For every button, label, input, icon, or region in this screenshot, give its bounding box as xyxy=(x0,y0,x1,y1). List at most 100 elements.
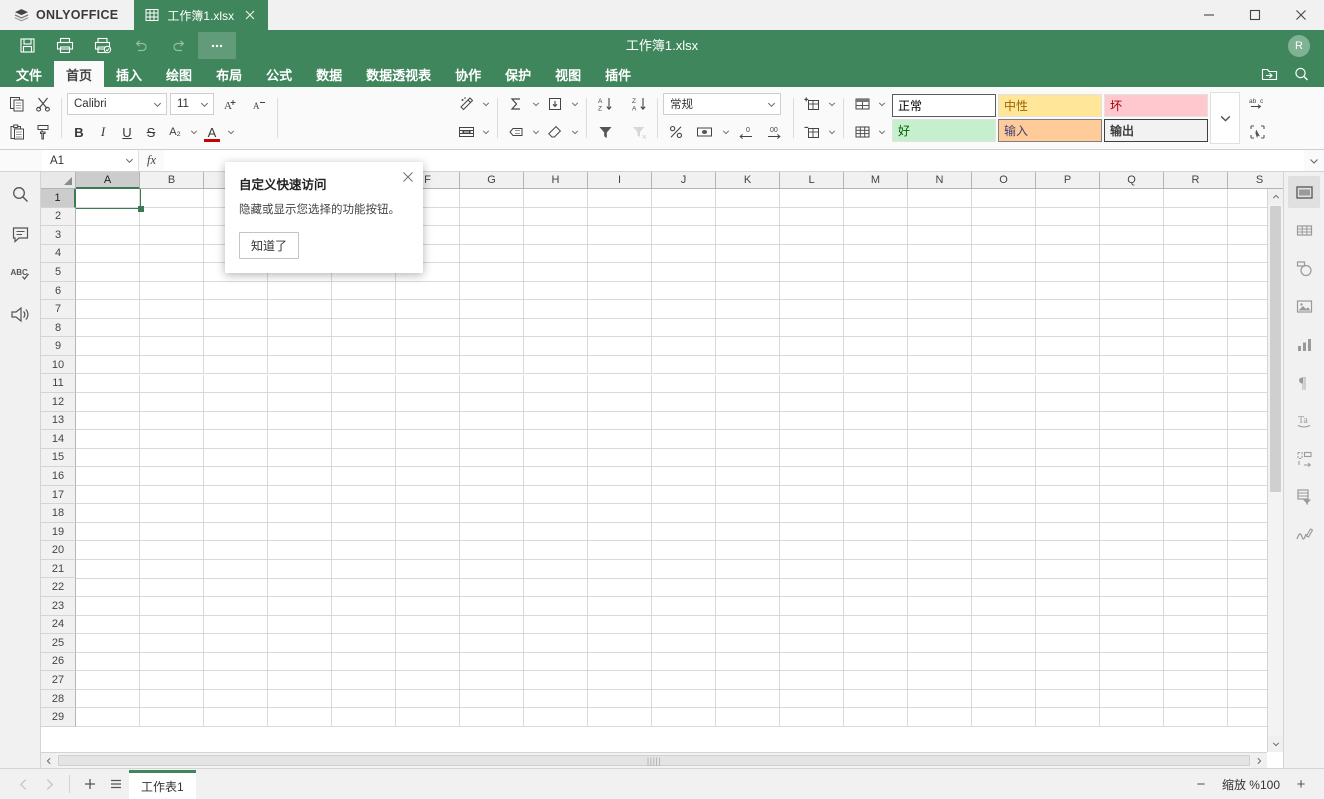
cell-E23[interactable] xyxy=(332,597,396,616)
cell-A3[interactable] xyxy=(76,226,140,245)
cell-A9[interactable] xyxy=(76,337,140,356)
cell-H19[interactable] xyxy=(524,522,588,542)
vertical-scrollbar[interactable] xyxy=(1267,189,1283,752)
cell-E17[interactable] xyxy=(332,485,396,505)
cell-R26[interactable] xyxy=(1164,652,1228,672)
cell-N6[interactable] xyxy=(908,281,972,301)
cell-I10[interactable] xyxy=(588,355,652,375)
cell-D13[interactable] xyxy=(268,411,332,431)
cell-L19[interactable] xyxy=(780,522,844,542)
cell-A8[interactable] xyxy=(76,318,140,338)
cell-A23[interactable] xyxy=(76,597,140,616)
cell-P27[interactable] xyxy=(1036,671,1100,690)
cell-J18[interactable] xyxy=(652,504,716,523)
cell-B3[interactable] xyxy=(140,226,204,245)
cell-B15[interactable] xyxy=(140,448,204,468)
cell-P29[interactable] xyxy=(1036,708,1100,727)
cell-F21[interactable] xyxy=(396,560,460,579)
cell-F20[interactable] xyxy=(396,541,460,560)
user-avatar[interactable]: R xyxy=(1288,35,1310,57)
cell-R17[interactable] xyxy=(1164,485,1228,505)
cell-G12[interactable] xyxy=(460,393,524,412)
cell-R2[interactable] xyxy=(1164,207,1228,227)
cell-A4[interactable] xyxy=(76,244,140,264)
cell-P13[interactable] xyxy=(1036,411,1100,431)
cell-I26[interactable] xyxy=(588,652,652,672)
row-header-29[interactable]: 29 xyxy=(41,708,76,727)
cell-Q28[interactable] xyxy=(1100,689,1164,709)
cell-P20[interactable] xyxy=(1036,541,1100,560)
cell-L13[interactable] xyxy=(780,411,844,431)
row-header-18[interactable]: 18 xyxy=(41,504,76,523)
cell-N23[interactable] xyxy=(908,597,972,616)
cell-M9[interactable] xyxy=(844,337,908,356)
cell-P24[interactable] xyxy=(1036,615,1100,635)
cell-I2[interactable] xyxy=(588,207,652,227)
cell-I19[interactable] xyxy=(588,522,652,542)
undo-button[interactable] xyxy=(122,32,160,59)
cell-A18[interactable] xyxy=(76,504,140,523)
cell-J4[interactable] xyxy=(652,244,716,264)
cell-J28[interactable] xyxy=(652,689,716,709)
cell-A25[interactable] xyxy=(76,634,140,653)
cell-B25[interactable] xyxy=(140,634,204,653)
cell-G17[interactable] xyxy=(460,485,524,505)
select-all-button[interactable] xyxy=(1244,119,1270,145)
column-header-G[interactable]: G xyxy=(460,172,524,189)
cell-F6[interactable] xyxy=(396,281,460,301)
sidebar-item-feedback[interactable] xyxy=(4,298,36,330)
cell-O28[interactable] xyxy=(972,689,1036,709)
cell-B8[interactable] xyxy=(140,318,204,338)
cell-K15[interactable] xyxy=(716,448,780,468)
row-header-25[interactable]: 25 xyxy=(41,634,76,653)
cell-P26[interactable] xyxy=(1036,652,1100,672)
cell-E19[interactable] xyxy=(332,522,396,542)
cell-M26[interactable] xyxy=(844,652,908,672)
cell-I8[interactable] xyxy=(588,318,652,338)
cell-C7[interactable] xyxy=(204,300,268,319)
underline-button[interactable]: U xyxy=(115,119,139,145)
cell-style-output[interactable]: 输出 xyxy=(1104,119,1208,142)
cell-B26[interactable] xyxy=(140,652,204,672)
cell-F16[interactable] xyxy=(396,467,460,486)
cell-grid[interactable] xyxy=(76,189,1283,768)
popup-confirm-button[interactable]: 知道了 xyxy=(239,231,300,259)
strikeout-button[interactable]: S xyxy=(139,119,163,145)
open-file-location-button[interactable] xyxy=(1254,62,1284,86)
tab-file[interactable]: 文件 xyxy=(4,61,54,87)
sheet-list-button[interactable] xyxy=(103,772,129,796)
scroll-left-button[interactable] xyxy=(41,752,57,768)
cell-Q7[interactable] xyxy=(1100,300,1164,319)
cell-E25[interactable] xyxy=(332,634,396,653)
document-tab[interactable]: 工作簿1.xlsx xyxy=(134,0,269,30)
cell-B1[interactable] xyxy=(140,189,204,208)
cell-D26[interactable] xyxy=(268,652,332,672)
cell-I20[interactable] xyxy=(588,541,652,560)
cell-H29[interactable] xyxy=(524,708,588,727)
cell-B27[interactable] xyxy=(140,671,204,690)
cell-O5[interactable] xyxy=(972,263,1036,282)
copy-button[interactable] xyxy=(4,91,30,117)
row-header-20[interactable]: 20 xyxy=(41,541,76,560)
cell-B14[interactable] xyxy=(140,430,204,449)
cell-L6[interactable] xyxy=(780,281,844,301)
column-header-L[interactable]: L xyxy=(780,172,844,189)
cell-E9[interactable] xyxy=(332,337,396,356)
cell-A11[interactable] xyxy=(76,374,140,394)
cell-H22[interactable] xyxy=(524,578,588,598)
row-header-13[interactable]: 13 xyxy=(41,411,76,431)
cell-C20[interactable] xyxy=(204,541,268,560)
cell-H27[interactable] xyxy=(524,671,588,690)
column-header-S[interactable]: S xyxy=(1228,172,1283,189)
cell-F10[interactable] xyxy=(396,355,460,375)
cell-O25[interactable] xyxy=(972,634,1036,653)
cell-F14[interactable] xyxy=(396,430,460,449)
cell-H3[interactable] xyxy=(524,226,588,245)
cell-Q24[interactable] xyxy=(1100,615,1164,635)
cell-Q2[interactable] xyxy=(1100,207,1164,227)
tab-collaboration[interactable]: 协作 xyxy=(443,61,493,87)
cell-G7[interactable] xyxy=(460,300,524,319)
cell-C17[interactable] xyxy=(204,485,268,505)
cell-P28[interactable] xyxy=(1036,689,1100,709)
cell-E24[interactable] xyxy=(332,615,396,635)
